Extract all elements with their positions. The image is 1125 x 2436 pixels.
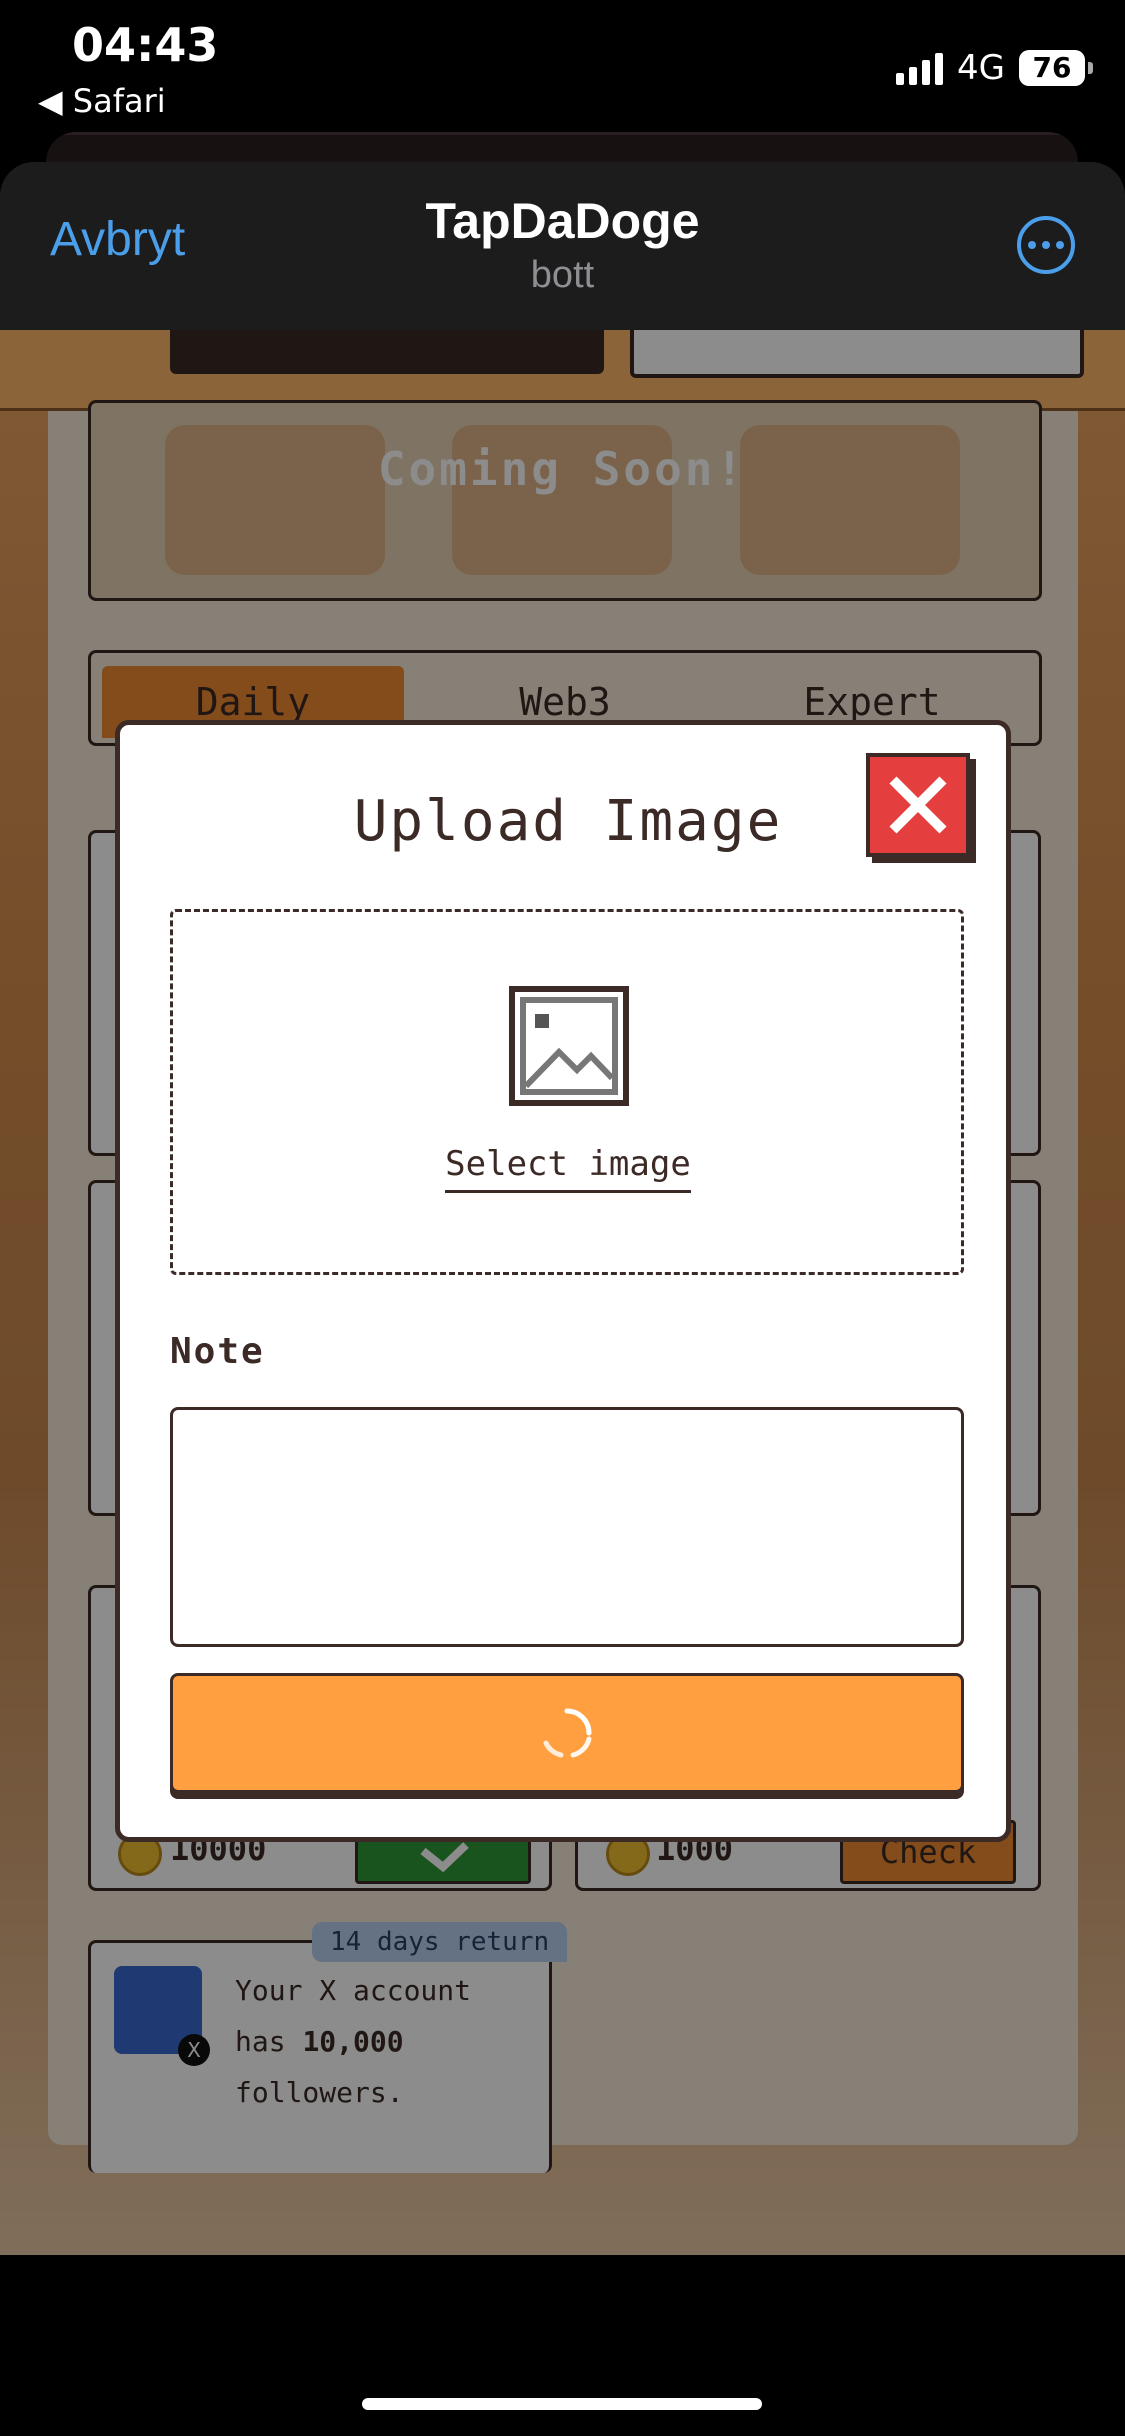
submit-button[interactable] bbox=[170, 1673, 964, 1793]
select-image-link[interactable]: Select image bbox=[173, 1144, 963, 1193]
upload-image-modal: Upload Image Select image Note bbox=[115, 720, 1011, 1842]
home-indicator[interactable] bbox=[362, 2398, 762, 2410]
bot-title: TapDaDoge bbox=[425, 193, 700, 249]
network-label: 4G bbox=[957, 48, 1005, 88]
close-button[interactable] bbox=[866, 753, 970, 857]
back-to-safari-link[interactable]: ◀ Safari bbox=[38, 82, 166, 120]
note-input[interactable] bbox=[170, 1407, 964, 1647]
image-placeholder-icon bbox=[509, 986, 629, 1106]
battery-icon: 76 bbox=[1019, 50, 1093, 86]
status-indicators: 4G 76 bbox=[896, 46, 1093, 90]
note-label: Note bbox=[170, 1331, 265, 1372]
status-bar: 04:43 ◀ Safari 4G 76 bbox=[0, 0, 1125, 135]
image-upload-dropzone[interactable]: Select image bbox=[170, 909, 964, 1275]
status-time: 04:43 bbox=[72, 18, 219, 72]
select-image-label: Select image bbox=[445, 1144, 691, 1193]
bot-subtitle: bott bbox=[530, 254, 595, 296]
signal-icon bbox=[896, 51, 944, 85]
spinner-icon bbox=[543, 1708, 592, 1758]
battery-level: 76 bbox=[1032, 51, 1072, 84]
more-dots-icon[interactable] bbox=[1017, 216, 1075, 274]
close-x-icon bbox=[889, 776, 947, 834]
